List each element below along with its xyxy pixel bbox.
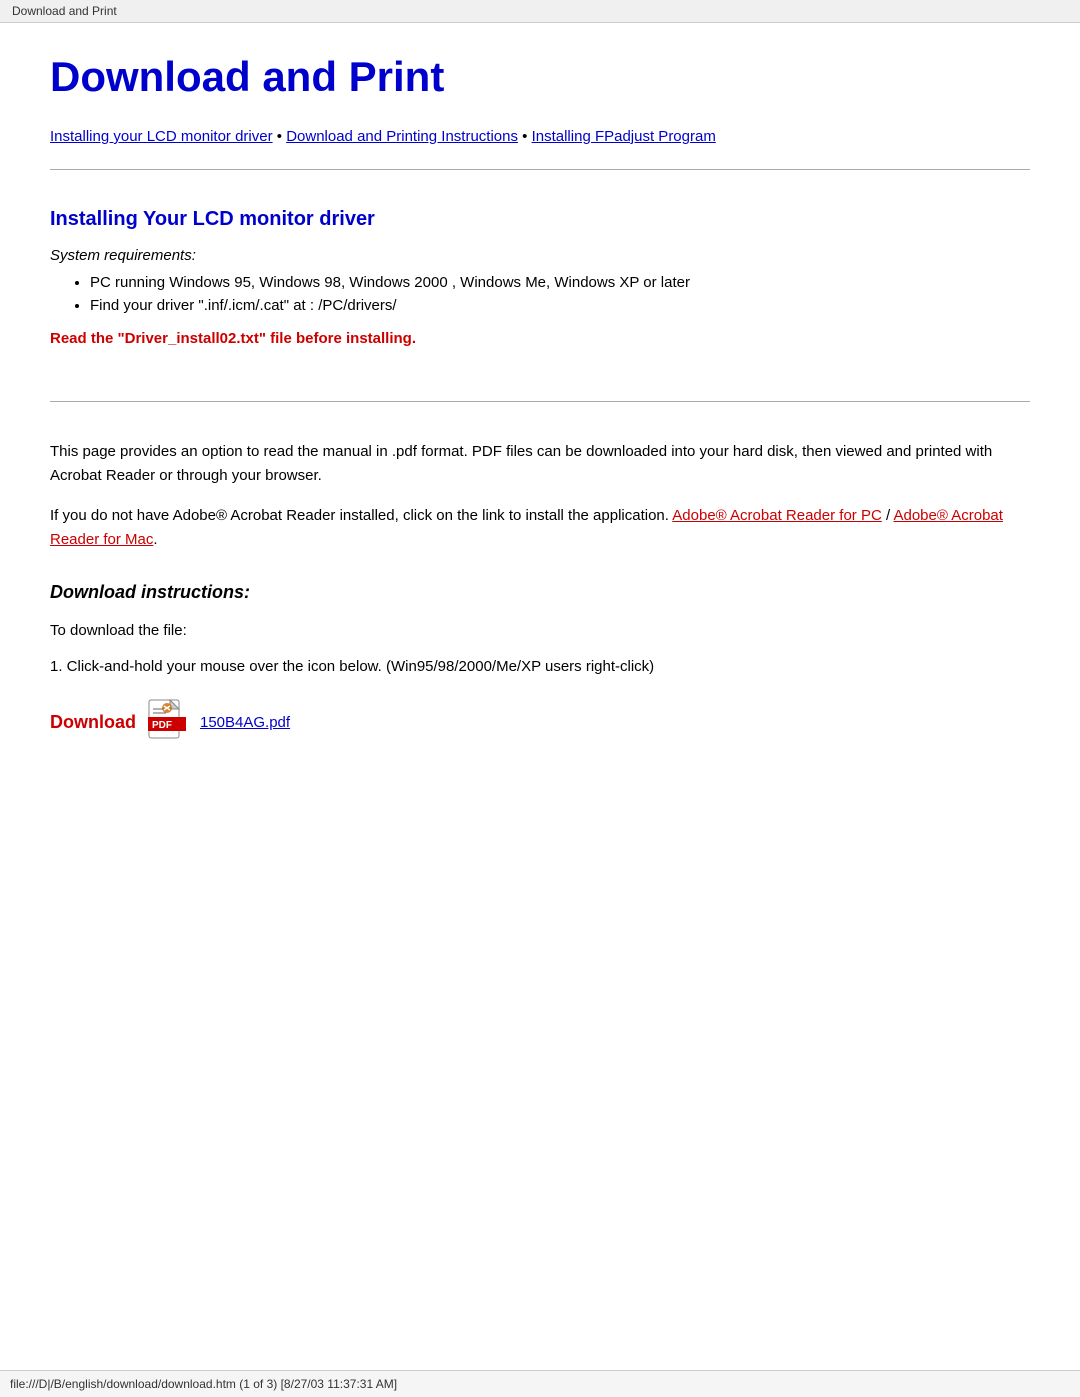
pdf-icon: PDF [148,699,188,745]
to-download-text: To download the file: [50,619,1030,643]
status-bar-text: file:///D|/B/english/download/download.h… [10,1377,397,1391]
pdf-download-link[interactable]: 150B4AG.pdf [200,714,290,731]
download-section: This page provides an option to read the… [50,420,1030,781]
page-content: Download and Print Installing your LCD m… [0,23,1080,841]
divider-1 [50,169,1030,170]
acrobat-links-paragraph: If you do not have Adobe® Acrobat Reader… [50,504,1030,552]
bullet-text-1: PC running Windows 95, Windows 98, Windo… [90,274,690,291]
lcd-driver-section: Installing Your LCD monitor driver Syste… [50,188,1030,383]
requirements-list: PC running Windows 95, Windows 98, Windo… [90,274,1030,314]
driver-warning: Read the "Driver_install02.txt" file bef… [50,330,1030,347]
acrobat-text-after: . [153,531,157,548]
nav-link-lcd-driver[interactable]: Installing your LCD monitor driver [50,128,273,145]
svg-text:PDF: PDF [152,720,172,731]
bullet-item-driver: Find your driver ".inf/.icm/.cat" at : /… [90,297,1030,314]
download-file-row: Download PDF [50,699,1030,745]
bullet-item-empty: PC running Windows 95, Windows 98, Windo… [90,274,1030,291]
acrobat-separator: / [882,507,894,524]
acrobat-text-before: If you do not have Adobe® Acrobat Reader… [50,507,672,524]
nav-link-download-instructions[interactable]: Download and Printing Instructions [286,128,518,145]
pdf-description: This page provides an option to read the… [50,440,1030,488]
nav-separator-2: • [518,128,532,145]
bullet-text-2: Find your driver ".inf/.icm/.cat" at : /… [90,297,397,314]
nav-links: Installing your LCD monitor driver • Dow… [50,125,1030,149]
lcd-driver-section-title: Installing Your LCD monitor driver [50,208,1030,231]
acrobat-link-pc[interactable]: Adobe® Acrobat Reader for PC [672,507,882,524]
status-bar: file:///D|/B/english/download/download.h… [0,1370,1080,1397]
download-label: Download [50,712,136,733]
nav-separator-1: • [273,128,287,145]
system-req-label: System requirements: [50,247,1030,264]
browser-tab: Download and Print [0,0,1080,23]
download-instructions-title: Download instructions: [50,582,1030,603]
divider-2 [50,401,1030,402]
download-step-1: 1. Click-and-hold your mouse over the ic… [50,655,1030,679]
page-title: Download and Print [50,53,1030,101]
browser-tab-label: Download and Print [12,4,117,18]
pdf-file-icon: PDF [148,699,188,745]
nav-link-fpadjust[interactable]: Installing FPadjust Program [532,128,716,145]
